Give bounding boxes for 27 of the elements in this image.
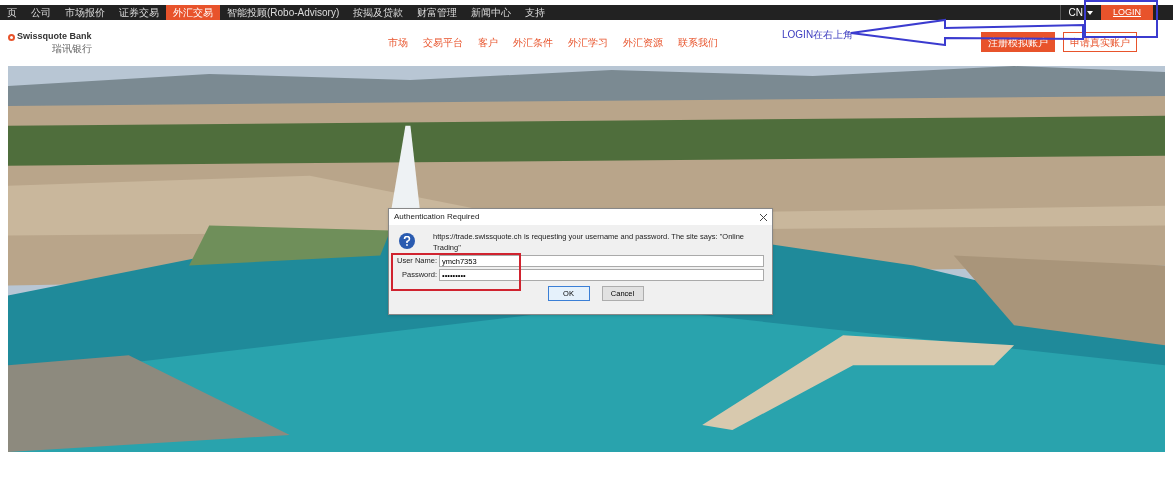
top-nav-link[interactable]: 财富管理 (410, 5, 465, 20)
annotation-text: LOGIN在右上角 (782, 28, 854, 42)
top-nav-link[interactable]: 按揭及贷款 (346, 5, 411, 20)
logo-text: Swissquote Bank (17, 30, 92, 43)
top-nav-link[interactable]: 页 (0, 5, 24, 20)
language-dropdown[interactable]: CN (1059, 5, 1101, 20)
question-icon (399, 233, 415, 249)
top-nav-link[interactable]: 证券交易 (112, 5, 166, 20)
header-nav-link[interactable]: 市场 (387, 34, 408, 50)
logo-subtitle: 瑞讯银行 (51, 43, 92, 54)
top-nav-link[interactable]: 公司 (24, 5, 58, 20)
caret-icon (1087, 10, 1093, 15)
header-nav-link[interactable]: 外汇资源 (622, 34, 663, 50)
header-nav-link[interactable]: 外汇学习 (567, 34, 608, 50)
header-nav-link[interactable]: 外汇条件 (512, 34, 553, 50)
dialog-title: Authentication Required (394, 211, 480, 223)
login-link[interactable]: LOGIN (1101, 5, 1153, 20)
top-nav-link[interactable]: 市场报价 (58, 5, 112, 20)
top-nav-link[interactable]: 外汇交易 (166, 5, 220, 20)
logo-icon (8, 33, 15, 41)
header-nav-link[interactable]: 交易平台 (422, 34, 463, 50)
top-nav-link[interactable]: 智能投顾(Robo-Advisory) (220, 5, 347, 20)
header-nav-link[interactable]: 客户 (477, 34, 498, 50)
top-nav-link[interactable]: 支持 (518, 5, 553, 20)
close-icon[interactable] (760, 213, 767, 221)
top-nav-link[interactable]: 新闻中心 (464, 5, 519, 20)
header-nav-link[interactable]: 联系我们 (677, 34, 718, 50)
